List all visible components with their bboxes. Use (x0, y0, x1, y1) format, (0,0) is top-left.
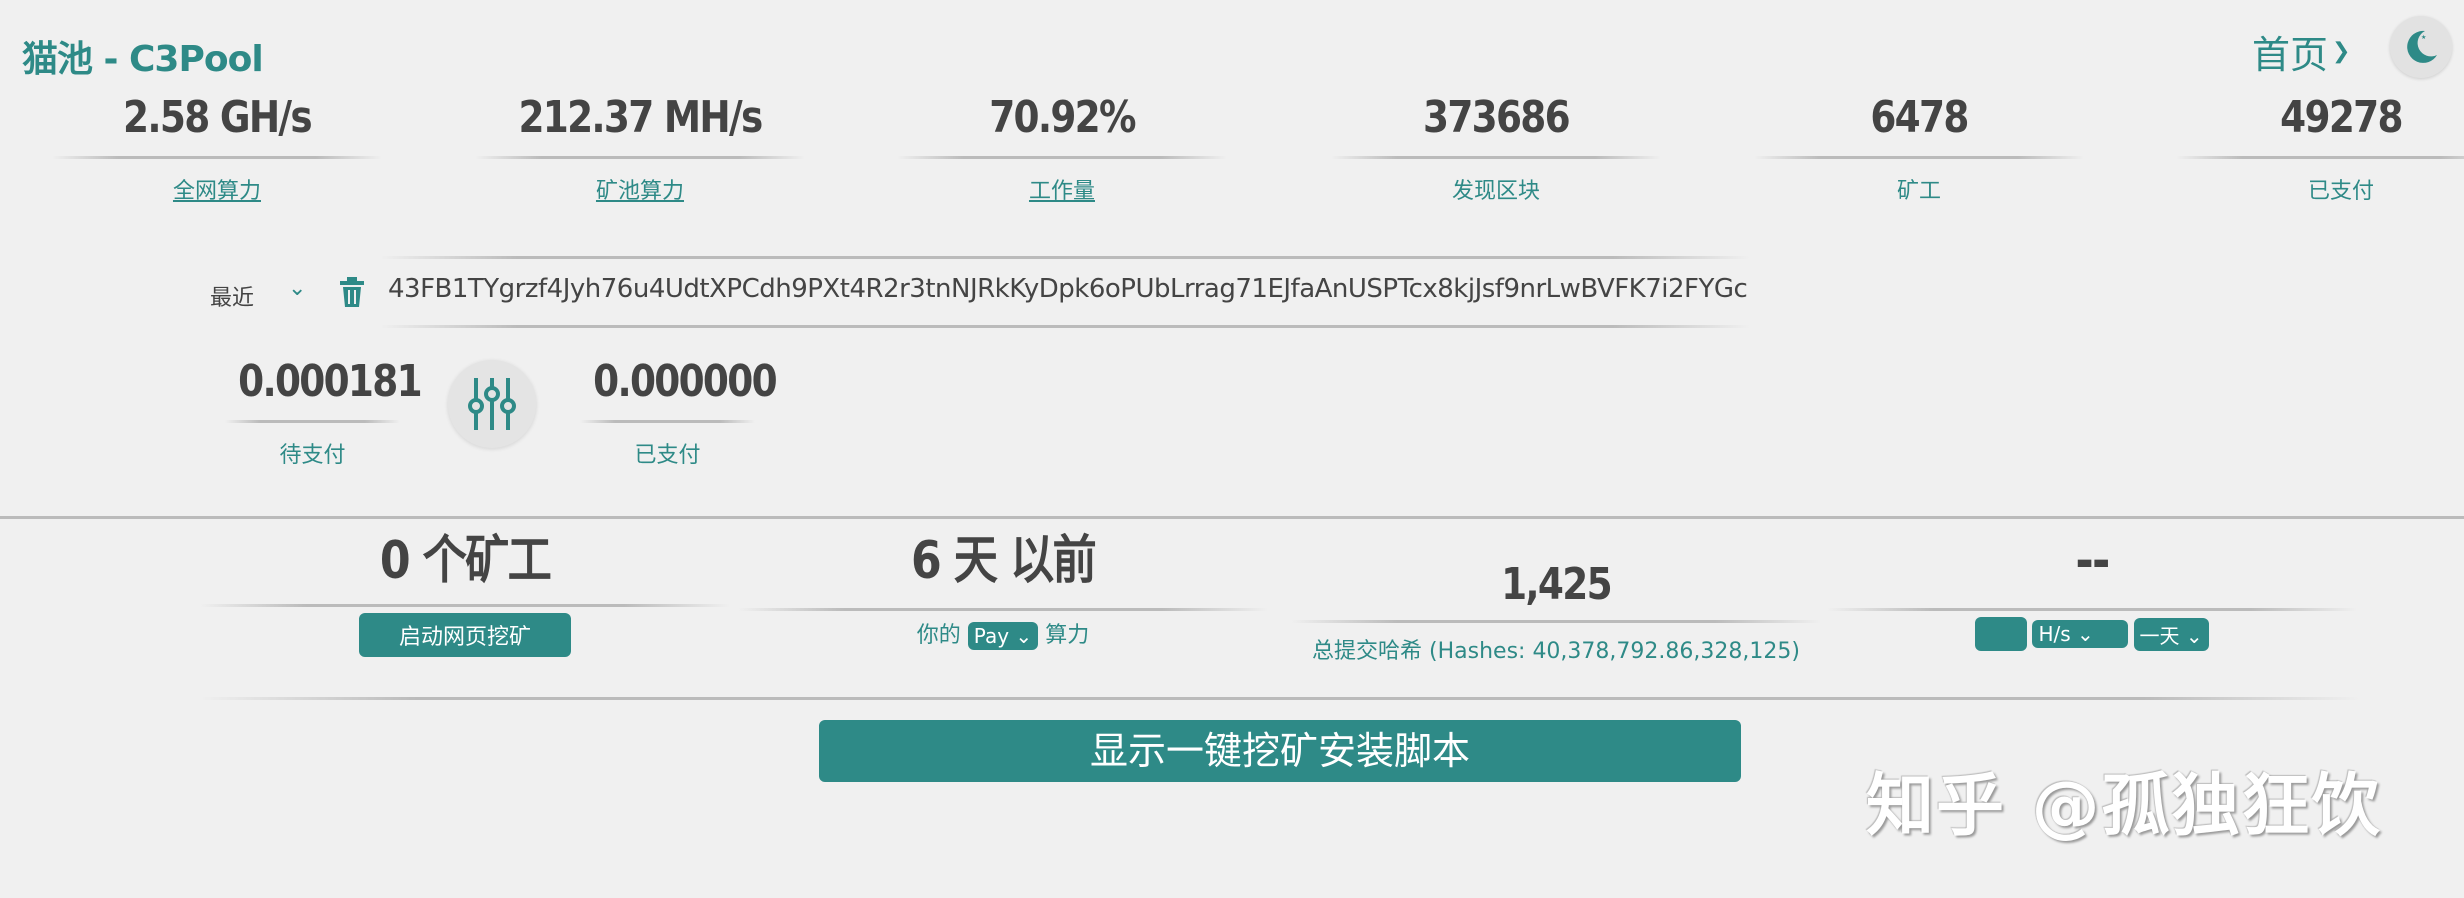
your-label: 你的 (916, 623, 961, 648)
stat-value: 6478 (1870, 92, 1969, 143)
stat-value: 373686 (1423, 92, 1571, 143)
stat-link[interactable]: 全网算力 (52, 173, 382, 205)
stat-pool-hashrate: 212.37 MH/s 矿池算力 (475, 88, 805, 205)
stat-payments: 49278 已支付 (2176, 88, 2464, 205)
stat-miners: 6478 矿工 (1754, 88, 2084, 205)
site-title: 猫池 - C3Pool (22, 39, 264, 80)
paid-value: 0.000000 (593, 356, 777, 407)
last-share-stat: 6 天 以前你的 Pay ⌄ 算力 (738, 526, 1268, 650)
last-share-value: 6 天 以前 (911, 531, 1097, 591)
stat-effort: 70.92% 工作量 (897, 88, 1227, 205)
hashrate-label: 算力 (1045, 623, 1090, 648)
pending-value: 0.000181 (238, 356, 422, 407)
stat-value: 70.92% (989, 92, 1136, 143)
calc-value: -- (2075, 531, 2110, 591)
calculator-stat: -- H/s ⌄ 一天 ⌄ (1827, 526, 2357, 651)
stat-link[interactable]: 矿池算力 (475, 173, 805, 205)
svg-text:★: ★ (2421, 34, 2426, 41)
moon-star-icon: ★★ (2407, 30, 2437, 63)
wallet-address-input[interactable]: 43FB1TYgrzf4Jyh76u4UdtXPCdh9PXt4R2r3tnNJ… (388, 274, 1748, 304)
nav-menu-home[interactable]: 首页 ❯ (2252, 24, 2350, 79)
recent-dropdown-chevron-icon[interactable]: ⌄ (288, 276, 306, 301)
chevron-down-icon: ❯ (2332, 39, 2351, 64)
paid-balance: 0.000000 已支付 (580, 352, 778, 469)
show-install-script-button[interactable]: 显示一键挖矿安装脚本 (819, 720, 1741, 782)
hashes-label: 总提交哈希 (Hashes: 40,378,792.86,328,125) (1312, 639, 1800, 664)
hashes-value: 1,425 (1501, 559, 1613, 610)
svg-text:★: ★ (2409, 39, 2418, 50)
stat-label: 发现区块 (1451, 179, 1540, 204)
settings-sliders-button[interactable] (448, 360, 536, 448)
stat-value: 2.58 GH/s (123, 92, 313, 143)
stat-value: 49278 (2280, 92, 2403, 143)
start-web-mining-button[interactable]: 启动网页挖矿 (358, 613, 571, 657)
stat-network-hashrate: 2.58 GH/s 全网算力 (52, 88, 382, 205)
stat-label: 矿工 (1896, 179, 1941, 204)
pending-label: 待支付 (279, 443, 346, 468)
total-hashes-stat: 1,425 总提交哈希 (Hashes: 40,378,792.86,328,12… (1291, 550, 1821, 665)
stat-value: 212.37 MH/s (518, 92, 763, 143)
workers-stat: 0 个矿工启动网页挖矿 (200, 526, 730, 657)
trash-icon[interactable] (338, 276, 366, 312)
workers-value: 0 个矿工 (379, 531, 552, 591)
stat-blocks-found: 373686 发现区块 (1331, 88, 1661, 205)
sliders-icon (468, 378, 516, 430)
unit-select[interactable]: H/s ⌄ (2032, 620, 2129, 648)
pending-balance: 0.000181 待支付 (225, 352, 423, 469)
section-divider (0, 516, 2464, 519)
stat-link[interactable]: 工作量 (897, 173, 1227, 205)
nav-label: 首页 (2252, 33, 2329, 77)
pay-select[interactable]: Pay ⌄ (967, 622, 1039, 650)
stat-label: 已支付 (2307, 179, 2374, 204)
hashrate-input[interactable] (1975, 617, 2028, 651)
theme-toggle-button[interactable]: ★ ★ (2390, 16, 2452, 78)
period-select[interactable]: 一天 ⌄ (2133, 617, 2209, 651)
recent-label: 最近 (210, 286, 255, 311)
paid-label: 已支付 (634, 443, 701, 468)
watermark: 知乎 @孤独狂饮 (1866, 767, 2382, 846)
